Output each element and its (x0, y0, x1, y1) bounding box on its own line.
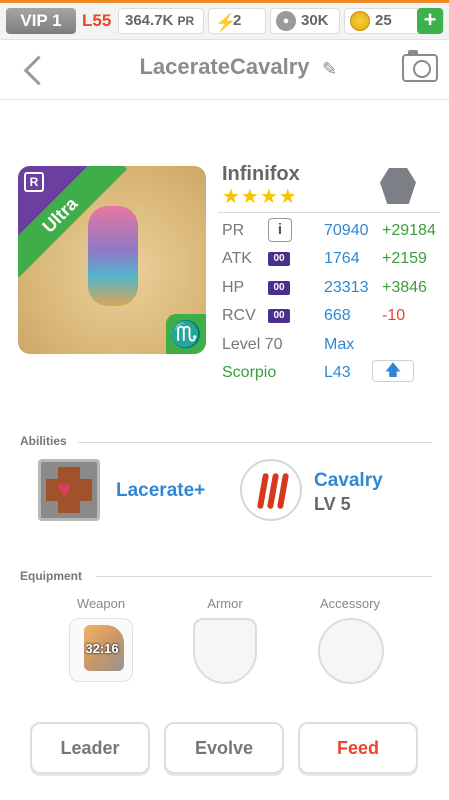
power-rating-unit: PR (177, 14, 195, 28)
equipment-divider (96, 576, 432, 577)
paw-counter[interactable]: ● 30K (270, 8, 340, 34)
rarity-r-icon: R (24, 172, 44, 192)
player-level: L55 (82, 11, 112, 30)
power-rating: 364.7K PR (118, 8, 204, 34)
stat-value: 70940 (324, 222, 369, 239)
monster-name: Infinifox (222, 163, 300, 185)
accessory-slot[interactable] (318, 618, 384, 684)
equipment-heading: Equipment (20, 569, 82, 583)
heart-icon: ♥ (57, 476, 72, 503)
scorpio-zodiac-icon: ♏ (166, 314, 206, 354)
stat-badge: 00 (268, 252, 290, 266)
camera-icon[interactable] (402, 50, 438, 82)
stat-label: RCV (222, 307, 256, 324)
page-title: LacerateCavalry (139, 54, 310, 79)
feed-button[interactable]: Feed (298, 722, 418, 774)
zodiac-level: L43 (324, 364, 351, 381)
stat-row-level: Level 70 Max (222, 332, 442, 360)
stat-label: Level 70 (222, 336, 283, 353)
weapon-label: Weapon (76, 596, 126, 611)
stat-delta: +29184 (382, 222, 436, 239)
zodiac-upgrade-button[interactable]: 🡅 (372, 360, 414, 382)
zodiac-label: Scorpio (222, 364, 277, 381)
vip-badge[interactable]: VIP 1 (6, 8, 76, 34)
abilities-heading: Abilities (20, 434, 67, 448)
coin-icon (350, 11, 370, 31)
stat-row-hp: HP 00 23313 +3846 (222, 275, 442, 303)
stat-value: 1764 (324, 250, 360, 267)
star-rating: ★★★★ (222, 186, 298, 208)
stat-row-pr: PR i 70940 +29184 (222, 218, 442, 246)
coin-value: 25 (375, 12, 392, 29)
stat-label: ATK (222, 250, 252, 267)
ability-level: LV 5 (314, 494, 351, 514)
stat-row-zodiac: Scorpio L43 🡅 (222, 360, 442, 388)
ability-name[interactable]: Lacerate+ (116, 480, 205, 502)
page-header: LacerateCavalry ✎ (0, 40, 449, 100)
ability-name[interactable]: Cavalry (314, 470, 383, 492)
weapon-slot[interactable]: 32:16 (69, 618, 133, 682)
armor-slot[interactable] (193, 618, 257, 684)
monster-portrait[interactable]: Ultra R ♏ (18, 166, 206, 354)
paw-value: 30K (301, 12, 329, 29)
stat-delta: -10 (382, 307, 406, 324)
accessory-label: Accessory (320, 596, 380, 611)
stat-label: PR (222, 222, 245, 239)
leader-button[interactable]: Leader (30, 722, 150, 774)
edit-name-icon[interactable]: ✎ (322, 59, 342, 79)
stat-label: HP (222, 279, 245, 296)
top-status-bar: VIP 1 L55 364.7K PR ⚡ 2 ● 30K 25 + (0, 0, 449, 40)
abilities-divider (78, 442, 432, 443)
claw-marks-icon[interactable] (240, 459, 302, 521)
add-coins-button[interactable]: + (417, 8, 443, 34)
coin-counter[interactable]: 25 + (344, 8, 444, 34)
stat-badge: 00 (268, 309, 290, 323)
evolve-button[interactable]: Evolve (164, 722, 284, 774)
stat-value: 23313 (324, 279, 369, 296)
stat-row-atk: ATK 00 1764 +2159 (222, 246, 442, 274)
lacerate-ability-icon[interactable]: ♥ (38, 459, 100, 521)
info-button[interactable]: i (268, 218, 292, 242)
stat-value: 668 (324, 307, 351, 324)
paw-icon: ● (276, 11, 296, 31)
power-rating-value: 364.7K (125, 12, 174, 29)
stat-value: Max (324, 336, 355, 353)
stat-delta: +3846 (382, 279, 427, 296)
element-stone-icon[interactable] (380, 168, 416, 204)
weapon-timer: 32:16 (85, 641, 119, 656)
monster-image (88, 206, 138, 306)
armor-label: Armor (207, 596, 243, 611)
divider (218, 212, 440, 213)
stat-row-rcv: RCV 00 668 -10 (222, 303, 442, 331)
stat-delta: +2159 (382, 250, 427, 267)
stat-badge: 00 (268, 281, 290, 295)
lightning-icon: ⚡ (215, 13, 237, 32)
energy-counter[interactable]: ⚡ 2 (208, 8, 266, 34)
accent-line (0, 0, 449, 3)
